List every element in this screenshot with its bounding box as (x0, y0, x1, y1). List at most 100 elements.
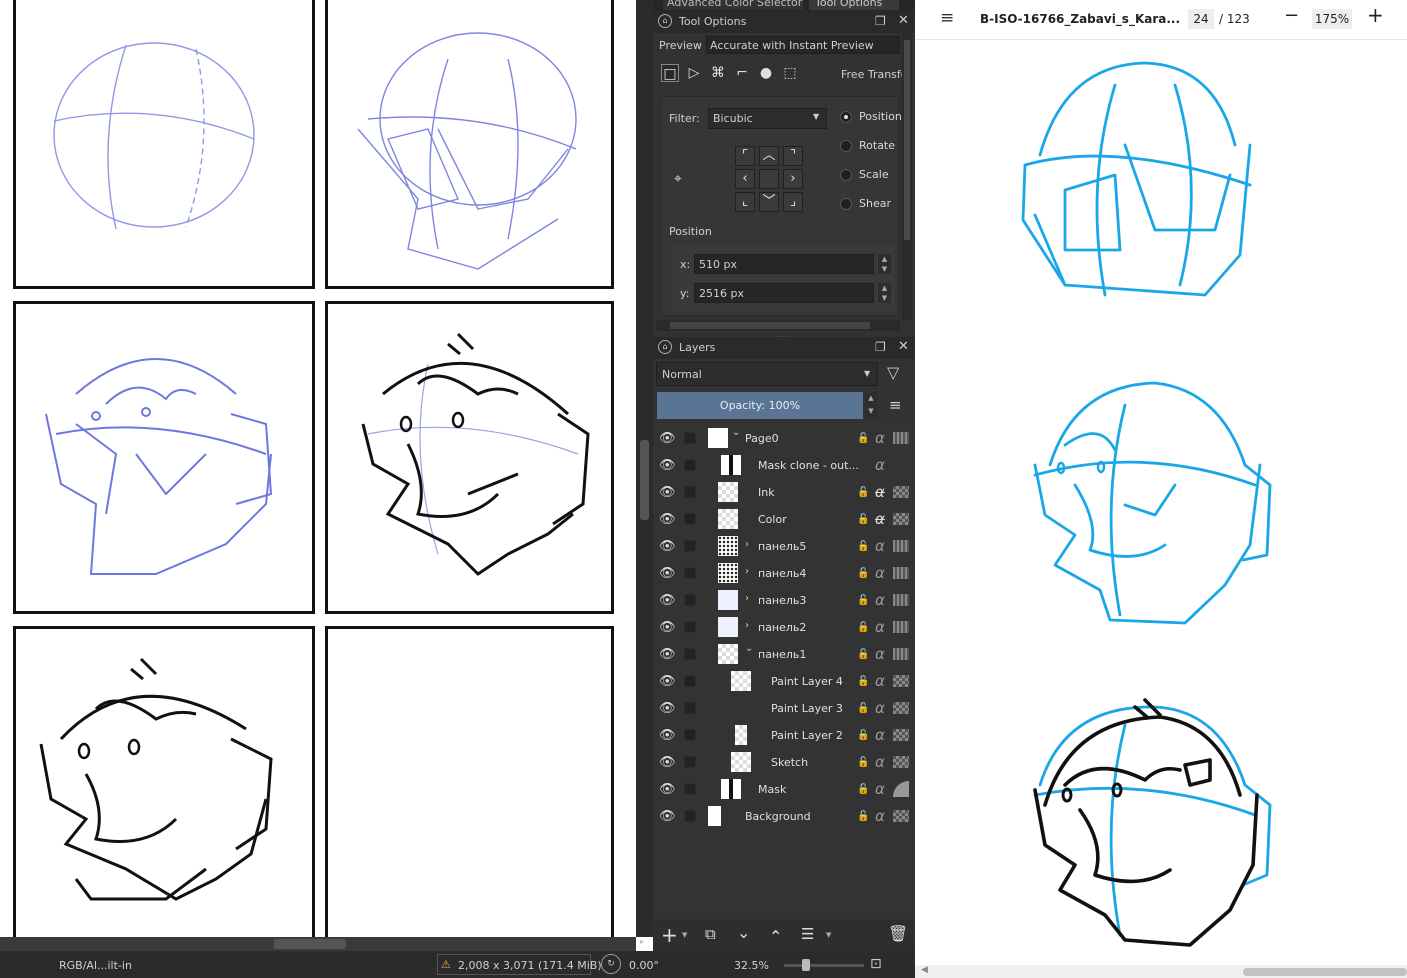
layer-checkbox[interactable] (684, 702, 696, 714)
eye-visible-icon[interactable]: 👁 (659, 701, 676, 717)
image-size-box[interactable]: ⚠ 2,008 x 3,071 (171.4 MiB) (437, 954, 602, 975)
chevron-down-icon[interactable]: ▼ (826, 931, 831, 939)
pdf-zoom-input[interactable]: 175% (1312, 9, 1352, 29)
tool-options-vscrollbar[interactable] (902, 30, 912, 320)
zoom-value[interactable]: 32.5% (734, 959, 769, 972)
eye-visible-icon[interactable]: 👁 (659, 485, 676, 501)
anchor-top-left-icon[interactable]: ⌜ (735, 146, 755, 166)
x-position-input[interactable]: 510 px (694, 254, 874, 274)
layer-checkbox[interactable] (684, 756, 696, 768)
layer-checkbox[interactable] (684, 486, 696, 498)
layer-row[interactable]: 👁 Color 🔓 α (653, 506, 915, 533)
zoom-out-icon[interactable]: − (1284, 5, 1299, 26)
anchor-right-icon[interactable]: › (783, 169, 803, 189)
group-expand-icon[interactable]: ⌄ (745, 643, 753, 654)
zoom-slider-handle[interactable] (802, 959, 810, 971)
alpha-lock-icon[interactable]: α (875, 537, 885, 555)
fit-view-icon[interactable]: ⊡ (870, 956, 882, 972)
canvas-vertical-scrollbar[interactable]: ▸ (636, 0, 653, 946)
eye-visible-icon[interactable]: 👁 (659, 593, 676, 609)
lock-icon[interactable]: 🔓 (857, 703, 869, 714)
perspective-icon[interactable]: ▷ (685, 64, 703, 82)
group-collapsed-icon[interactable]: › (745, 539, 749, 550)
layer-row[interactable]: 👁 Paint Layer 2 🔓 α (653, 722, 915, 749)
rotation-value[interactable]: 0.00° (629, 959, 659, 972)
alpha-lock-icon[interactable]: α (875, 753, 885, 771)
layer-row[interactable]: 👁 ⌄ панель1 🔓 α (653, 641, 915, 668)
eye-visible-icon[interactable]: 👁 (659, 539, 676, 555)
radio-position[interactable] (840, 111, 852, 123)
float-docker-icon[interactable]: ❐ (875, 14, 886, 28)
layer-row[interactable]: 👁 Background 🔓 α (653, 803, 915, 830)
eye-visible-icon[interactable]: 👁 (659, 431, 676, 447)
radio-scale[interactable] (840, 169, 852, 181)
anchor-bottom-icon[interactable]: ﹀ (759, 192, 779, 212)
alpha-lock-icon[interactable]: α (875, 456, 885, 474)
alpha-lock-icon[interactable]: α (875, 672, 885, 690)
lock-docker-icon[interactable]: ⌂ (658, 14, 672, 28)
move-layer-down-icon[interactable]: ⌄ (737, 923, 750, 942)
layer-row[interactable]: 👁 Mask clone - out... α (653, 452, 915, 479)
layer-row[interactable]: 👁 › панель2 🔓 α (653, 614, 915, 641)
layer-checkbox[interactable] (684, 783, 696, 795)
alpha-lock-icon[interactable]: α (875, 591, 885, 609)
eye-visible-icon[interactable]: 👁 (659, 512, 676, 528)
layer-row[interactable]: 👁 Mask 🔓 α (653, 776, 915, 803)
group-expand-icon[interactable]: ⌄ (732, 427, 740, 438)
lock-layers-docker-icon[interactable]: ⌂ (658, 340, 672, 354)
layer-row[interactable]: 👁 › панель3 🔓 α (653, 587, 915, 614)
layer-properties-icon[interactable]: ☰ (801, 925, 814, 943)
eye-visible-icon[interactable]: 👁 (659, 782, 676, 798)
liquify-icon[interactable]: ● (757, 64, 775, 82)
anchor-top-right-icon[interactable]: ⌝ (783, 146, 803, 166)
hamburger-menu-icon[interactable]: ≡ (889, 396, 902, 414)
lock-icon[interactable]: 🔓 (857, 568, 869, 579)
layer-checkbox[interactable] (684, 594, 696, 606)
group-collapsed-icon[interactable]: › (745, 593, 749, 604)
anchor-bottom-right-icon[interactable]: ⌟ (783, 192, 803, 212)
page-number-input[interactable]: 24 (1188, 9, 1214, 29)
scroll-left-icon[interactable]: ◀ (921, 965, 928, 975)
eye-visible-icon[interactable]: 👁 (659, 566, 676, 582)
hamburger-menu-icon[interactable]: ≡ (940, 8, 954, 28)
scroll-right-icon[interactable]: ▸ (640, 937, 649, 951)
eye-visible-icon[interactable]: 👁 (659, 809, 676, 825)
lock-icon[interactable]: 🔓 (857, 622, 869, 633)
layer-checkbox[interactable] (684, 432, 696, 444)
y-position-input[interactable]: 2516 px (694, 283, 874, 303)
lock-icon[interactable]: 🔓 (857, 541, 869, 552)
canvas-horizontal-scrollbar[interactable] (0, 937, 636, 951)
horizontal-scroll-thumb[interactable] (274, 939, 346, 949)
x-spin-icon[interactable]: ▲ ▼ (878, 254, 891, 274)
close-layers-icon[interactable]: ✕ (898, 339, 909, 354)
delete-layer-icon[interactable]: 🗑 (888, 924, 908, 943)
anchor-top-icon[interactable]: ︿ (759, 146, 779, 166)
filter-select[interactable]: Bicubic ▼ (708, 108, 827, 129)
drawing-canvas[interactable] (0, 0, 636, 937)
alpha-lock-icon[interactable]: α (875, 807, 885, 825)
layer-checkbox[interactable] (684, 729, 696, 741)
tab-tool-options[interactable]: Tool Options (809, 0, 899, 10)
anchor-bottom-left-icon[interactable]: ⌞ (735, 192, 755, 212)
layer-row[interactable]: 👁 Sketch 🔓 α (653, 749, 915, 776)
vertical-scroll-thumb[interactable] (640, 440, 649, 520)
layer-checkbox[interactable] (684, 621, 696, 633)
radio-rotate[interactable] (840, 140, 852, 152)
layer-checkbox[interactable] (684, 540, 696, 552)
mesh-icon[interactable]: ⬚ (781, 64, 799, 82)
eye-visible-icon[interactable]: 👁 (659, 728, 676, 744)
duplicate-layer-icon[interactable]: ⧉ (705, 925, 716, 943)
layer-checkbox[interactable] (684, 648, 696, 660)
zoom-in-icon[interactable]: + (1367, 3, 1384, 27)
color-profile[interactable]: RGB/Al...ilt-in (59, 959, 132, 972)
opacity-spin-icon[interactable]: ▲ ▼ (865, 392, 877, 419)
layer-row[interactable]: 👁 › панель4 🔓 α (653, 560, 915, 587)
lock-icon[interactable]: 🔓 (857, 811, 869, 822)
alpha-lock-icon[interactable]: α (875, 780, 885, 798)
layer-checkbox[interactable] (684, 567, 696, 579)
layer-row[interactable]: 👁 Paint Layer 4 🔓 α (653, 668, 915, 695)
pdf-scroll-thumb[interactable] (1243, 968, 1407, 976)
layer-checkbox[interactable] (684, 513, 696, 525)
alpha-lock-icon[interactable]: α (875, 645, 885, 663)
lock-icon[interactable]: 🔓 (857, 514, 869, 525)
